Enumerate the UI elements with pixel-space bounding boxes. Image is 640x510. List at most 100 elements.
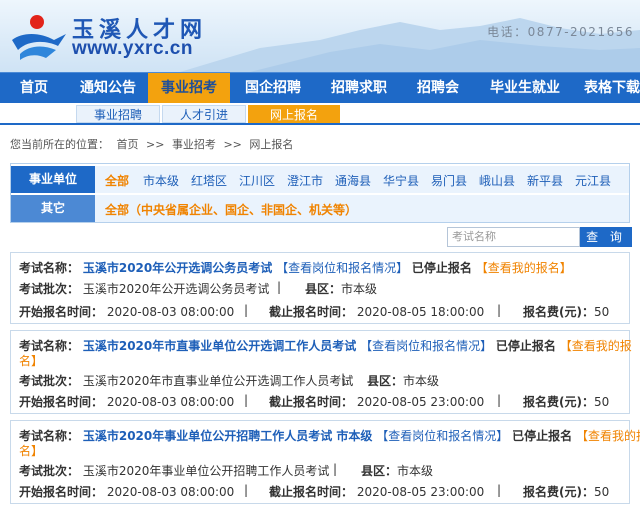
exam-card: 考试名称： 玉溪市2020年事业单位公开招聘工作人员考试 市本级 【查看岗位和报… <box>10 420 640 504</box>
filter-label-units: 事业单位 <box>11 166 95 193</box>
subnav-item-talent-introduction[interactable]: 人才引进 <box>162 105 246 123</box>
exam-name-link[interactable]: 玉溪市2020年公开选调公务员考试 <box>83 261 272 275</box>
separator: | <box>341 372 346 386</box>
district-label: 县区： <box>305 282 342 296</box>
separator: | <box>497 303 502 317</box>
district-field: 县区：市本级 <box>305 280 377 297</box>
start-time-label: 开始报名时间： <box>19 305 104 319</box>
separator: | <box>333 462 338 476</box>
exam-title-wrap-line: 名】 <box>19 352 43 369</box>
nav-item-job-seeking[interactable]: 招聘求职 <box>316 73 402 104</box>
filter-option-eshan[interactable]: 峨山县 <box>479 172 515 189</box>
filter-option-city-level[interactable]: 市本级 <box>143 172 179 189</box>
exam-batch-value: 玉溪市2020年事业单位公开招聘工作人员考试 <box>82 464 330 478</box>
registration-status: 已停止报名 <box>495 339 556 353</box>
fee-label: 报名费(元)： <box>523 395 594 409</box>
exam-time-line: 开始报名时间： 2020-08-03 08:00:00 <box>19 393 234 410</box>
filter-option-xinping[interactable]: 新平县 <box>527 172 563 189</box>
breadcrumb-prefix: 您当前所在的位置： <box>10 138 109 151</box>
breadcrumb-home[interactable]: 首页 <box>117 138 139 151</box>
sub-nav: 事业招聘 人才引进 网上报名 <box>0 103 640 125</box>
filter-option-all[interactable]: 全部 <box>105 172 129 189</box>
breadcrumb-separator: >> <box>223 138 242 151</box>
fee-label: 报名费(元)： <box>523 305 594 319</box>
registration-status: 已停止报名 <box>512 429 573 443</box>
exam-batch-value: 玉溪市2020年市直事业单位公开选调工作人员考试 <box>82 374 354 388</box>
exam-card: 考试名称： 玉溪市2020年市直事业单位公开选调工作人员考试 【查看岗位和报名情… <box>10 330 632 414</box>
filter-option-yimen[interactable]: 易门县 <box>431 172 467 189</box>
search-input[interactable]: 考试名称 <box>447 227 580 247</box>
exam-batch-value: 玉溪市2020年公开选调公务员考试 <box>82 282 270 296</box>
main-nav: 首页 通知公告 事业招考 国企招聘 招聘求职 招聘会 毕业生就业 表格下载 <box>0 72 640 104</box>
view-my-registration-link-wrap[interactable]: 名】 <box>19 354 43 368</box>
view-positions-link[interactable]: 【查看岗位和报名情况】 <box>276 261 408 275</box>
end-time-value: 2020-08-05 23:00:00 <box>356 485 485 499</box>
separator: | <box>244 483 249 497</box>
exam-name-link[interactable]: 玉溪市2020年市直事业单位公开选调工作人员考试 <box>83 339 356 353</box>
filter-label-other: 其它 <box>11 195 95 222</box>
view-positions-link[interactable]: 【查看岗位和报名情况】 <box>360 339 492 353</box>
phone-number: 电话：0877-2021656 <box>487 25 634 39</box>
end-time-field: 截止报名时间： 2020-08-05 23:00:00 <box>269 393 484 410</box>
registration-status: 已停止报名 <box>411 261 472 275</box>
filter-option-huaning[interactable]: 华宁县 <box>383 172 419 189</box>
fee-field: 报名费(元)：50 <box>523 303 609 320</box>
nav-item-soe-recruitment[interactable]: 国企招聘 <box>230 73 316 104</box>
site-url: www.yxrc.cn <box>72 38 193 59</box>
subnav-item-public-recruitment[interactable]: 事业招聘 <box>76 105 160 123</box>
nav-item-public-exams[interactable]: 事业招考 <box>148 73 230 104</box>
logo-icon[interactable] <box>10 10 68 62</box>
end-time-label: 截止报名时间： <box>269 395 354 409</box>
filter-option-other-all[interactable]: 全部（中央省属企业、国企、非国企、机关等） <box>105 201 357 218</box>
separator: | <box>277 280 282 294</box>
exam-time-line: 开始报名时间： 2020-08-03 08:00:00 <box>19 483 234 500</box>
view-my-registration-link[interactable]: 【查看我的报 <box>560 339 632 353</box>
exam-batch-label: 考试批次： <box>19 282 80 296</box>
end-time-field: 截止报名时间： 2020-08-05 18:00:00 <box>269 303 484 320</box>
exam-name-label: 考试名称： <box>19 339 80 353</box>
district-field: 县区：市本级 <box>367 372 439 389</box>
exam-batch-label: 考试批次： <box>19 374 80 388</box>
filter-option-jiangchuan[interactable]: 江川区 <box>239 172 275 189</box>
filter-option-tonghai[interactable]: 通海县 <box>335 172 371 189</box>
exam-name-label: 考试名称： <box>19 429 80 443</box>
exam-title-line: 考试名称： 玉溪市2020年事业单位公开招聘工作人员考试 市本级 【查看岗位和报… <box>19 427 640 444</box>
filter-option-hongta[interactable]: 红塔区 <box>191 172 227 189</box>
nav-item-form-download[interactable]: 表格下载 <box>576 73 640 104</box>
exam-title-wrap-line: 名】 <box>19 442 43 459</box>
exam-batch-line: 考试批次： 玉溪市2020年事业单位公开招聘工作人员考试 <box>19 462 329 479</box>
subnav-item-online-registration[interactable]: 网上报名 <box>248 105 340 123</box>
filter-option-chengjiang[interactable]: 澄江市 <box>287 172 323 189</box>
exam-title-line: 考试名称： 玉溪市2020年公开选调公务员考试 【查看岗位和报名情况】 已停止报… <box>19 259 572 276</box>
search-button[interactable]: 查 询 <box>580 227 632 247</box>
view-my-registration-link-wrap[interactable]: 名】 <box>19 444 43 458</box>
nav-item-job-fair[interactable]: 招聘会 <box>402 73 474 104</box>
filter-options-units: 全部 市本级 红塔区 江川区 澄江市 通海县 华宁县 易门县 峨山县 新平县 元… <box>95 166 629 193</box>
separator: | <box>244 303 249 317</box>
view-my-registration-link[interactable]: 【查看我的报名】 <box>476 261 572 275</box>
end-time-value: 2020-08-05 18:00:00 <box>356 305 485 319</box>
district-label: 县区： <box>367 374 404 388</box>
filter-option-yuanjiang[interactable]: 元江县 <box>575 172 611 189</box>
fee-field: 报名费(元)：50 <box>523 393 609 410</box>
breadcrumb-online-registration[interactable]: 网上报名 <box>249 138 293 151</box>
breadcrumb: 您当前所在的位置： 首页 >> 事业招考 >> 网上报名 <box>10 136 297 152</box>
view-positions-link[interactable]: 【查看岗位和报名情况】 <box>376 429 508 443</box>
nav-item-home[interactable]: 首页 <box>0 73 68 104</box>
fee-value: 50 <box>593 485 610 499</box>
exam-card: 考试名称： 玉溪市2020年公开选调公务员考试 【查看岗位和报名情况】 已停止报… <box>10 252 630 324</box>
end-time-label: 截止报名时间： <box>269 485 354 499</box>
start-time-value: 2020-08-03 08:00:00 <box>106 485 235 499</box>
district-label: 县区： <box>361 464 398 478</box>
fee-label: 报名费(元)： <box>523 485 594 499</box>
filter-options-other: 全部（中央省属企业、国企、非国企、机关等） <box>95 195 629 222</box>
nav-item-notices[interactable]: 通知公告 <box>68 73 148 104</box>
breadcrumb-public-exams[interactable]: 事业招考 <box>172 138 216 151</box>
view-my-registration-link[interactable]: 【查看我的报 <box>576 429 640 443</box>
exam-name-link[interactable]: 玉溪市2020年事业单位公开招聘工作人员考试 市本级 <box>83 429 373 443</box>
fee-value: 50 <box>593 395 610 409</box>
exam-time-line: 开始报名时间： 2020-08-03 08:00:00 <box>19 303 234 320</box>
nav-item-graduate-employment[interactable]: 毕业生就业 <box>474 73 576 104</box>
end-time-label: 截止报名时间： <box>269 305 354 319</box>
start-time-label: 开始报名时间： <box>19 485 104 499</box>
